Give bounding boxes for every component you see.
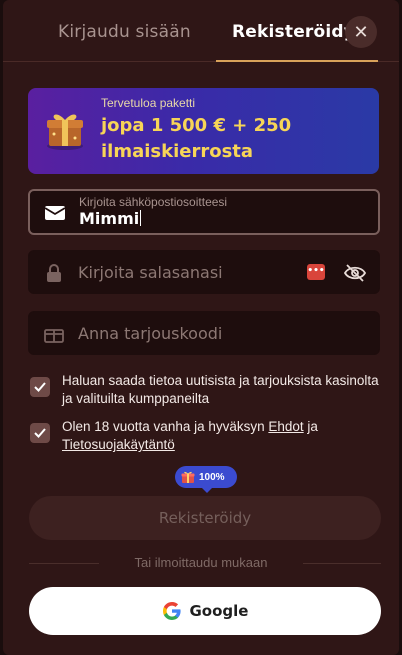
age-consent-text: Olen 18 vuotta vanha ja hyväksyn Ehdot j… bbox=[62, 418, 380, 454]
news-consent-checkbox[interactable] bbox=[30, 377, 50, 397]
lock-icon bbox=[47, 264, 61, 282]
google-signup-button[interactable]: Google bbox=[29, 587, 381, 635]
promo-code-field[interactable]: Anna tarjouskoodi bbox=[28, 311, 380, 355]
terms-link[interactable]: Ehdot bbox=[268, 419, 303, 434]
registration-modal: Kirjaudu sisään Rekisteröidy ✕ Tervetulo… bbox=[3, 0, 399, 655]
gift-icon bbox=[44, 329, 64, 343]
age-consent-mid: ja bbox=[303, 419, 318, 434]
active-tab-indicator bbox=[216, 60, 378, 62]
email-input-value[interactable]: Mimmi bbox=[79, 209, 141, 228]
tab-register[interactable]: Rekisteröidy bbox=[232, 22, 355, 42]
email-label: Kirjoita sähköpostiosoitteesi bbox=[79, 195, 228, 209]
welcome-bonus-banner: Tervetuloa paketti jopa 1 500 € + 250 il… bbox=[28, 88, 379, 174]
checkmark-icon bbox=[34, 382, 46, 392]
gift-icon bbox=[181, 471, 195, 483]
promo-subtitle: Tervetuloa paketti bbox=[101, 96, 196, 110]
progress-pill-pointer bbox=[201, 487, 213, 493]
register-button[interactable]: Rekisteröidy bbox=[29, 496, 381, 540]
close-button[interactable]: ✕ bbox=[345, 16, 377, 48]
email-field[interactable]: Kirjoita sähköpostiosoitteesi Mimmi bbox=[28, 189, 380, 235]
google-logo-icon bbox=[162, 602, 181, 620]
privacy-policy-link[interactable]: Tietosuojakäytäntö bbox=[62, 437, 175, 452]
age-consent-prefix: Olen 18 vuotta vanha ja hyväksyn bbox=[62, 419, 269, 434]
password-placeholder: Kirjoita salasanasi bbox=[78, 263, 223, 282]
progress-label: 100% bbox=[199, 471, 225, 483]
divider-line-right bbox=[303, 563, 381, 564]
google-button-label: Google bbox=[189, 602, 249, 620]
password-field[interactable]: Kirjoita salasanasi ••• bbox=[28, 250, 380, 294]
age-consent-checkbox[interactable] bbox=[30, 423, 50, 443]
close-icon: ✕ bbox=[353, 21, 369, 43]
bonus-progress-pill: 100% bbox=[175, 466, 237, 488]
checkmark-icon bbox=[34, 428, 46, 438]
envelope-icon bbox=[44, 206, 66, 220]
news-consent-text: Haluan saada tietoa uutisista ja tarjouk… bbox=[62, 373, 379, 406]
password-manager-icon[interactable]: ••• bbox=[307, 264, 325, 280]
promo-code-placeholder: Anna tarjouskoodi bbox=[78, 324, 223, 343]
tab-login[interactable]: Kirjaudu sisään bbox=[58, 22, 191, 42]
auth-tabs: Kirjaudu sisään Rekisteröidy bbox=[3, 0, 399, 62]
gift-box-icon bbox=[47, 114, 83, 150]
eye-slash-icon[interactable] bbox=[343, 261, 367, 285]
promo-headline: jopa 1 500 € + 250 ilmaiskierrosta bbox=[101, 115, 292, 162]
